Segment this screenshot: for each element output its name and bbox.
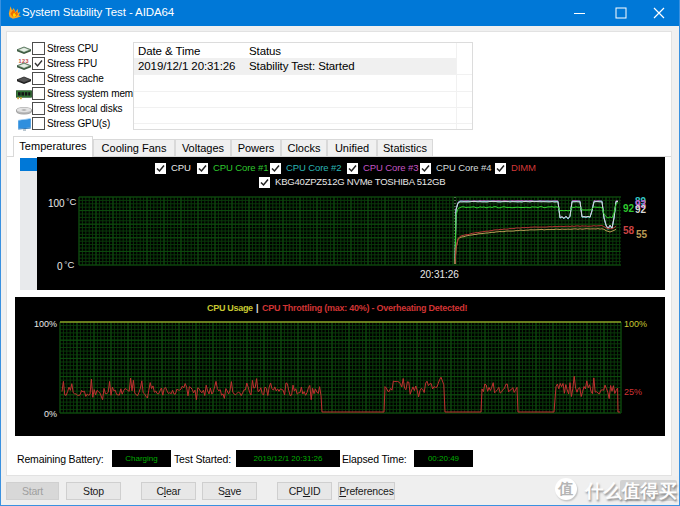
svg-text:123: 123 bbox=[19, 58, 29, 64]
